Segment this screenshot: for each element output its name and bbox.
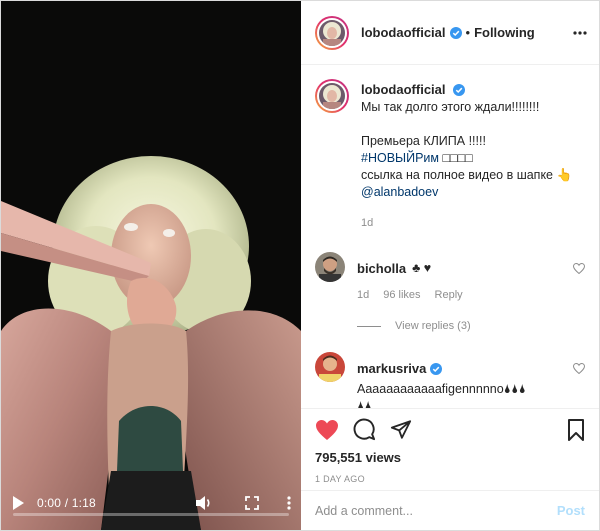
commenter-username[interactable]: markusriva [357,360,426,377]
comment-body: markusriva Aaaaaaaaaaaafigennnnno🌢🌢🌢 🌢🌢 [357,358,586,408]
like-comment-icon[interactable] [572,362,586,379]
bookmark-icon[interactable] [567,418,585,441]
verified-badge-icon [449,26,462,39]
fullscreen-icon[interactable] [245,493,259,513]
share-icon[interactable] [390,419,412,440]
play-icon[interactable] [11,493,25,513]
comment-meta: 1d 96 likes Reply [357,287,585,304]
commenter-avatar[interactable] [315,252,345,282]
more-vertical-icon[interactable] [287,493,291,513]
caption-avatar[interactable] [315,79,349,113]
header-author: lobodaofficial • Following [361,25,535,40]
volume-icon[interactable] [195,493,213,513]
video-time: 0:00 / 1:18 [37,496,96,510]
reply-button[interactable]: Reply [435,287,463,304]
comment-composer: Post [301,490,599,530]
commenter-avatar[interactable] [315,352,345,382]
caption-line-6: @alanbadoev [361,184,585,201]
comment-item: markusriva Aaaaaaaaaaaafigennnnno🌢🌢🌢 🌢🌢 [315,352,586,408]
caption-username[interactable]: lobodaofficial [361,82,446,97]
post-comment-button[interactable]: Post [557,503,585,518]
author-avatar[interactable] [315,15,349,50]
post-time-ago[interactable]: 1 DAY AGO [301,468,599,490]
view-count[interactable]: 795,551 views [301,450,599,468]
following-button[interactable]: Following [474,25,535,40]
comment-age[interactable]: 1d [357,287,369,304]
caption-body: lobodaofficial Мы так долго этого ждали!… [361,81,585,232]
comment-body: bicholla ♣ ♥ 1d 96 likes Reply [357,258,586,304]
mention-link[interactable]: @alanbadoev [361,185,438,199]
caption-avatar-image [317,81,347,111]
action-bar [301,408,599,450]
comment-text: ♣ ♥ [412,261,432,275]
like-comment-icon[interactable] [572,262,586,279]
comment-icon[interactable] [353,418,376,441]
instagram-post: 0:00 / 1:18 lobodaofficial • Following l… [0,0,600,531]
like-heart-icon[interactable] [315,419,339,441]
caption-line-3: Премьера КЛИПА !!!!! [361,134,486,148]
comment-likes[interactable]: 96 likes [383,287,420,304]
comment-item: bicholla ♣ ♥ 1d 96 likes Reply [315,252,586,304]
hashtag-link[interactable]: #НОВЫЙРим [361,151,439,165]
verified-badge-icon [430,362,443,375]
view-replies[interactable]: View replies (3) [357,320,585,332]
caption-line-5: ссылка на полное видео в шапке 👆 [361,168,573,182]
verified-badge-icon [452,84,465,96]
add-comment-input[interactable] [315,503,557,518]
caption-line-1: Мы так долго этого ждали!!!!!!!! [361,100,540,114]
author-avatar-image [317,17,347,48]
comments-list[interactable]: lobodaofficial Мы так долго этого ждали!… [301,65,599,408]
post-details: lobodaofficial • Following lobodaofficia… [301,1,599,530]
caption: lobodaofficial Мы так долго этого ждали!… [315,79,585,232]
author-username[interactable]: lobodaofficial [361,25,446,40]
commenter-username[interactable]: bicholla [357,260,406,277]
video-player[interactable]: 0:00 / 1:18 [1,1,301,530]
caption-meta: 1d [361,215,585,232]
replies-divider [357,325,381,327]
view-replies-label: View replies (3) [395,320,471,332]
caption-line-2 [361,116,585,133]
caption-hashtag-suffix: □□□□ [439,151,473,165]
more-options-icon[interactable] [573,30,587,35]
post-header: lobodaofficial • Following [301,1,599,65]
comment-text-line-2: 🌢🌢 [357,399,373,408]
caption-age[interactable]: 1d [361,215,373,232]
separator-dot: • [465,25,471,40]
video-frame [1,1,301,530]
video-progress-bar[interactable] [13,513,289,516]
caption-line-4: #НОВЫЙРим □□□□ [361,150,585,167]
comment-text-line-1: Aaaaaaaaaaaafigennnnno🌢🌢🌢 [357,382,527,396]
